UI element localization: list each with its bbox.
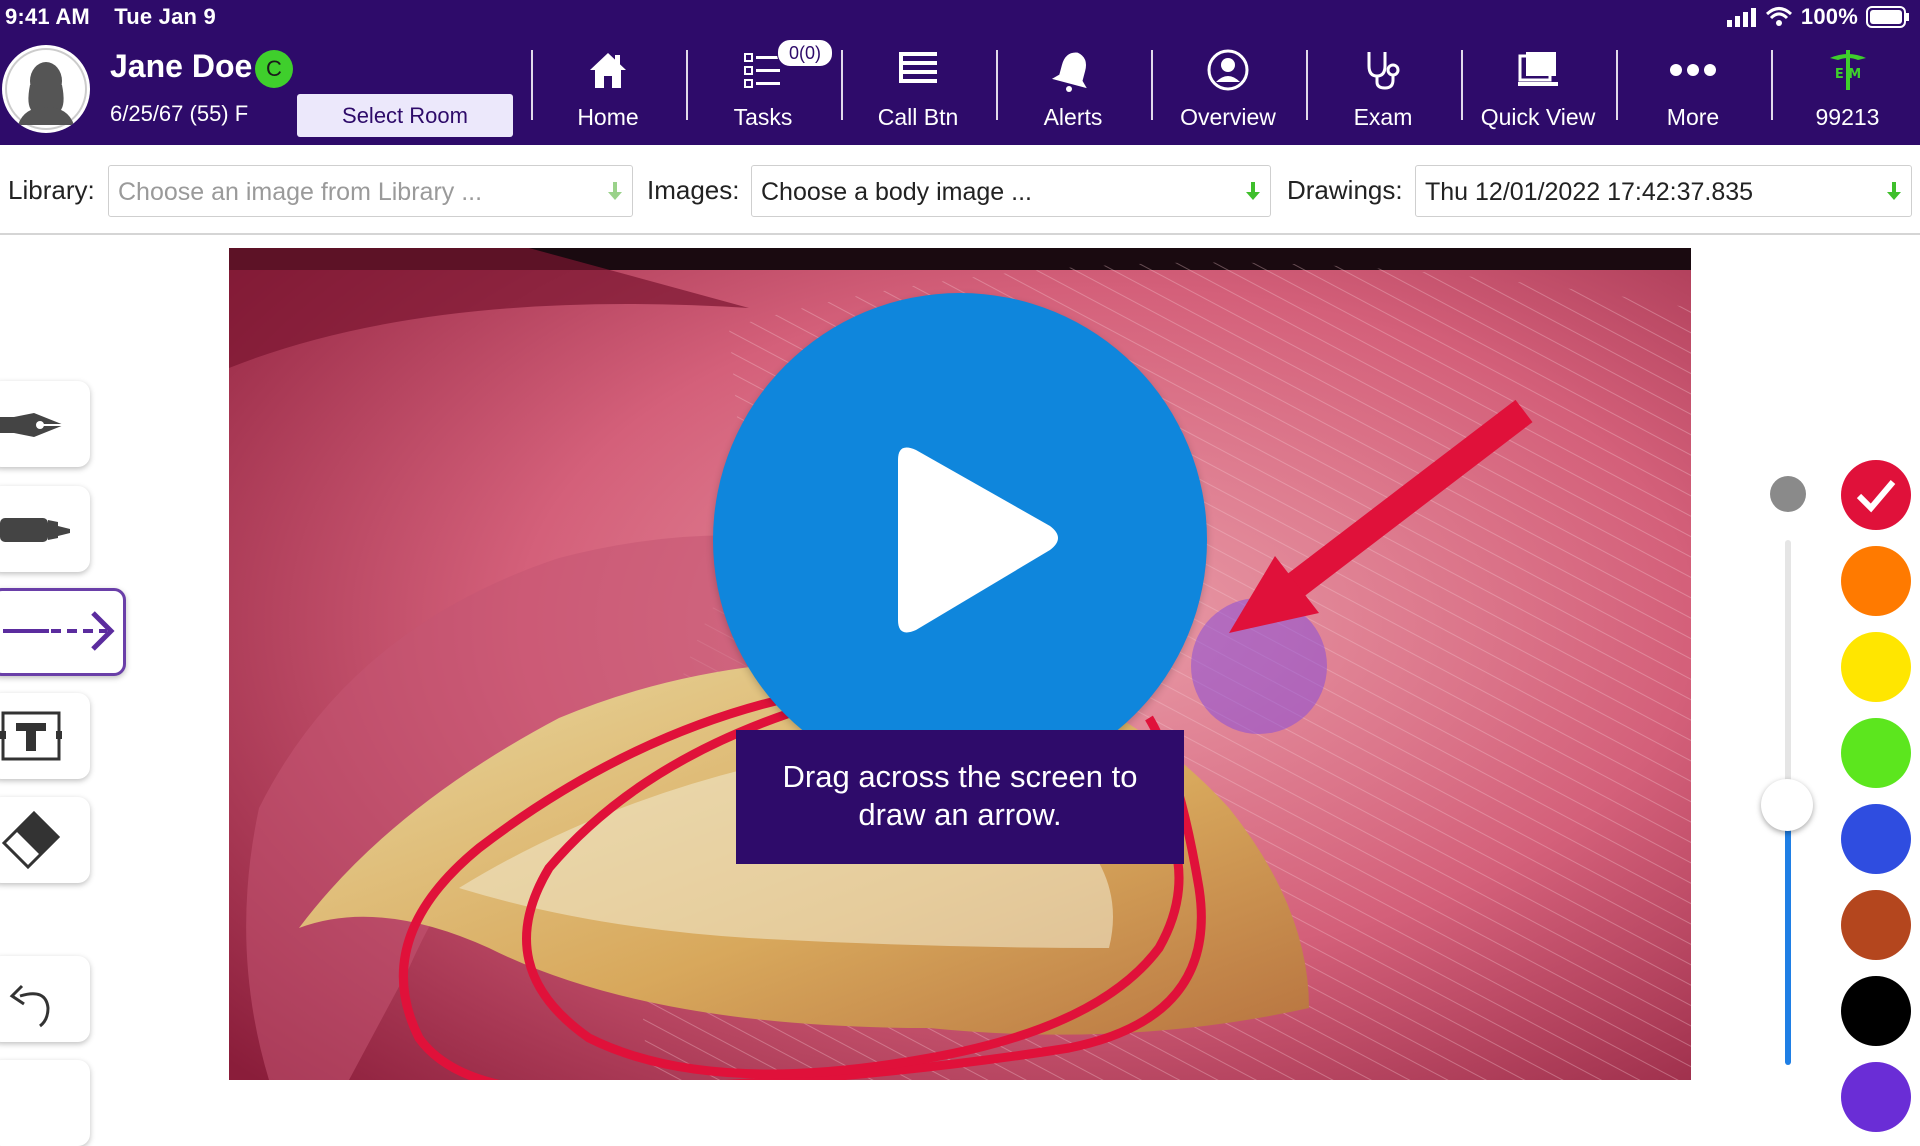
call-list-icon bbox=[899, 52, 937, 83]
undo-icon bbox=[9, 984, 50, 1028]
nav-alerts-button[interactable]: Alerts bbox=[998, 40, 1148, 140]
nav-call-button[interactable]: Call Btn bbox=[843, 40, 993, 140]
arrow-tool-button[interactable] bbox=[0, 588, 126, 676]
pen-tool-button[interactable] bbox=[0, 381, 90, 467]
caduceus-em-icon: E M bbox=[1829, 50, 1866, 90]
text-tool-button[interactable] bbox=[0, 693, 90, 779]
down-arrow-icon bbox=[1887, 182, 1901, 200]
nav-call-label: Call Btn bbox=[877, 104, 959, 130]
tooltip-line-1: Drag across the screen to bbox=[782, 759, 1138, 794]
drawings-label: Drawings: bbox=[1287, 175, 1403, 205]
nav-quick-view-label: Quick View bbox=[1480, 104, 1596, 130]
image-selector-bar: Library: Choose an image from Library ..… bbox=[0, 145, 1920, 235]
down-arrow-icon bbox=[1246, 182, 1260, 200]
patient-avatar[interactable] bbox=[2, 45, 90, 133]
stroke-size-slider-thumb[interactable] bbox=[1761, 779, 1813, 831]
nav-em-code-label: 99213 bbox=[1815, 104, 1880, 130]
stroke-size-indicator bbox=[1770, 476, 1806, 512]
stroke-size-slider-track[interactable] bbox=[1785, 540, 1791, 805]
color-swatch-red[interactable] bbox=[1841, 460, 1911, 530]
color-swatch-black[interactable] bbox=[1841, 976, 1911, 1046]
home-icon bbox=[590, 53, 626, 88]
user-circle-icon bbox=[1207, 49, 1249, 91]
play-video-button[interactable] bbox=[713, 293, 1207, 787]
more-dots-icon bbox=[1670, 64, 1716, 76]
eraser-tool-button[interactable] bbox=[0, 797, 90, 883]
checkmark-icon bbox=[1856, 480, 1896, 513]
nav-overview-label: Overview bbox=[1180, 104, 1276, 130]
drawings-dropdown-value: Thu 12/01/2022 17:42:37.835 bbox=[1425, 178, 1754, 206]
more-tools-button[interactable] bbox=[0, 1060, 90, 1146]
nav-exam-label: Exam bbox=[1353, 104, 1413, 130]
arrow-tool-icon bbox=[3, 611, 115, 651]
stethoscope-icon bbox=[1367, 52, 1400, 90]
status-time: 9:41 AM bbox=[5, 4, 90, 29]
arrow-tool-hint-tooltip: Drag across the screen to draw an arrow. bbox=[736, 730, 1184, 864]
nav-alerts-label: Alerts bbox=[1043, 104, 1103, 130]
images-dropdown-value: Choose a body image ... bbox=[761, 178, 1032, 206]
images-label: Images: bbox=[647, 175, 740, 205]
status-bar-right: 100% bbox=[1726, 4, 1910, 30]
top-navigation-bar: 9:41 AM Tue Jan 9 100% Jane Doe C 6/25/6… bbox=[0, 0, 1920, 145]
svg-text:E M: E M bbox=[1834, 67, 1860, 82]
color-swatch-blue[interactable] bbox=[1841, 804, 1911, 874]
wifi-icon bbox=[1765, 7, 1792, 26]
battery-icon bbox=[1866, 6, 1909, 28]
nav-em-code-button[interactable]: E M 99213 bbox=[1775, 40, 1920, 140]
library-label: Library: bbox=[8, 175, 95, 205]
undo-button[interactable] bbox=[0, 956, 90, 1042]
marker-icon bbox=[0, 518, 70, 542]
color-swatch-brown[interactable] bbox=[1841, 890, 1911, 960]
nav-divider bbox=[1771, 50, 1773, 120]
nav-overview-button[interactable]: Overview bbox=[1153, 40, 1303, 140]
play-icon bbox=[898, 447, 1058, 633]
patient-name[interactable]: Jane Doe bbox=[110, 48, 252, 85]
bell-icon bbox=[1051, 52, 1087, 92]
tasks-count-badge: 0(0) bbox=[777, 39, 833, 67]
nav-home-label: Home bbox=[577, 104, 639, 130]
library-dropdown-placeholder: Choose an image from Library ... bbox=[118, 178, 483, 206]
color-swatch-yellow[interactable] bbox=[1841, 632, 1911, 702]
color-swatch-purple[interactable] bbox=[1841, 1062, 1911, 1132]
nav-tasks-label: Tasks bbox=[733, 104, 793, 130]
text-tool-icon bbox=[0, 711, 62, 761]
status-bar-left: 9:41 AM Tue Jan 9 bbox=[5, 4, 216, 30]
drawings-dropdown[interactable]: Thu 12/01/2022 17:42:37.835 bbox=[1415, 165, 1912, 217]
nav-quick-view-button[interactable]: Quick View bbox=[1463, 40, 1613, 140]
down-arrow-icon bbox=[608, 182, 622, 200]
battery-percentage: 100% bbox=[1800, 4, 1858, 29]
quick-view-icon bbox=[1518, 52, 1558, 86]
person-silhouette-icon bbox=[5, 48, 87, 130]
patient-status-badge: C bbox=[255, 50, 293, 88]
nav-home-button[interactable]: Home bbox=[533, 40, 683, 140]
color-swatch-green[interactable] bbox=[1841, 718, 1911, 788]
pen-icon bbox=[0, 413, 64, 437]
marker-tool-button[interactable] bbox=[0, 486, 90, 572]
images-dropdown[interactable]: Choose a body image ... bbox=[751, 165, 1271, 217]
library-dropdown[interactable]: Choose an image from Library ... bbox=[108, 165, 633, 217]
color-swatch-orange[interactable] bbox=[1841, 546, 1911, 616]
nav-more-button[interactable]: More bbox=[1618, 40, 1768, 140]
eraser-icon bbox=[1, 810, 61, 870]
patient-demographics: 6/25/67 (55) F bbox=[110, 101, 249, 126]
status-date: Tue Jan 9 bbox=[114, 4, 216, 29]
nav-more-label: More bbox=[1666, 104, 1720, 130]
stroke-size-slider-fill bbox=[1785, 805, 1791, 1065]
nav-exam-button[interactable]: Exam bbox=[1308, 40, 1458, 140]
select-room-button[interactable]: Select Room bbox=[297, 94, 513, 137]
cellular-signal-icon bbox=[1726, 8, 1756, 27]
tooltip-line-2: draw an arrow. bbox=[858, 797, 1062, 832]
